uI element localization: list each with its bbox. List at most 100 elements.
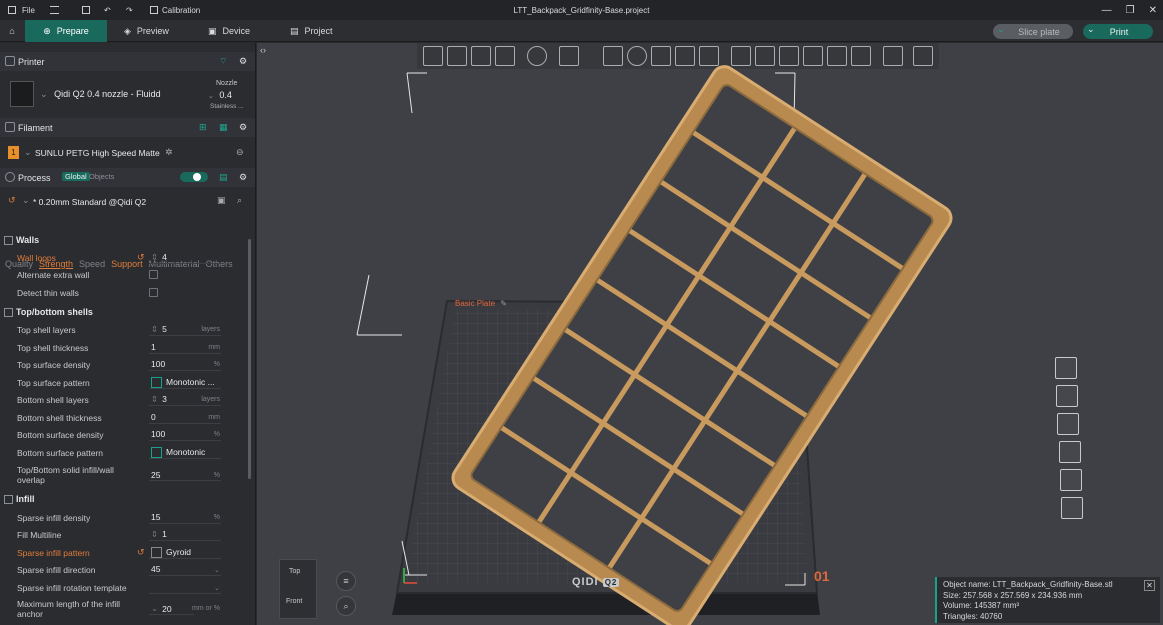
bottom-surface-pattern-value: Monotonic (166, 447, 206, 457)
bottom-surface-density-row: Bottom surface density 100 % (0, 426, 248, 443)
bed-base (392, 591, 820, 615)
plate-name-label[interactable]: Basic Plate ✎ (455, 299, 507, 308)
hamburger-icon[interactable] (44, 0, 65, 20)
advanced-switch[interactable] (180, 172, 208, 182)
printer-name: Qidi Q2 0.4 nozzle - Fluidd (54, 89, 161, 99)
unit-label: layers (201, 326, 220, 333)
settings-panel: Printer ⌔ ⚙ ⌄ Qidi Q2 0.4 nozzle - Fluid… (0, 43, 256, 625)
bottom-shell-layers-value: 3 (162, 394, 167, 404)
max-infill-anchor-input[interactable]: ⌄ 20 (149, 603, 194, 615)
objects-toggle[interactable]: Objects (89, 172, 114, 181)
process-preset-row[interactable]: ↺ ⌄ * 0.20mm Standard @Qidi Q2 ▣ ⌕ (8, 195, 248, 209)
process-compare-icon[interactable]: ▤ (219, 172, 228, 183)
filament-settings-icon[interactable]: ⚙ (239, 122, 247, 133)
chevron-down-icon: ⌄ (40, 89, 48, 99)
save-preset-icon[interactable]: ▣ (217, 195, 226, 206)
close-icon[interactable]: ✕ (1149, 5, 1157, 16)
filament-info-icon[interactable]: ⊖ (236, 147, 244, 158)
edit-icon[interactable]: ✎ (500, 299, 507, 308)
fill-multiline-input[interactable]: ⇕ 1 (149, 529, 221, 541)
top-surface-pattern-select[interactable]: Monotonic ... (149, 376, 221, 389)
process-settings-icon[interactable]: ⚙ (239, 172, 247, 183)
global-toggle[interactable]: Global (62, 172, 90, 181)
wifi-icon[interactable]: ⌔ (219, 56, 227, 67)
add-filament-icon[interactable]: ⊞ (199, 122, 207, 133)
sparse-infill-density-input[interactable]: 15 (149, 512, 221, 524)
plate-side-toolbar (1055, 357, 1083, 519)
walls-group-label: Walls (16, 235, 40, 245)
preview-icon: ◈ (124, 25, 131, 36)
unit-label: mm (208, 344, 220, 351)
nozzle-select[interactable]: ⌄ 0.4 (208, 90, 232, 100)
redo-icon[interactable]: ↷ (120, 0, 139, 20)
move-plate-icon[interactable] (1061, 497, 1083, 519)
bottom-surface-density-input[interactable]: 100 (149, 429, 221, 441)
tab-preview[interactable]: ◈ Preview (124, 20, 169, 42)
zoom-search-icon[interactable]: ⌕ (336, 596, 356, 616)
object-info-panel: Object name: LTT_Backpack_Gridfinity-Bas… (935, 577, 1160, 623)
edit-filament-icon[interactable]: ▦ (219, 122, 228, 133)
process-header-label: Process (18, 172, 51, 183)
top-shell-layers-row: Top shell layers ⇕ 5 layers (0, 321, 248, 338)
layers-menu-icon[interactable]: ≡ (336, 571, 356, 591)
tab-prepare[interactable]: ⊕ Prepare (25, 20, 107, 42)
pattern-icon (151, 546, 162, 558)
lock-plate-icon[interactable] (1059, 441, 1081, 463)
filament-edit-icon[interactable]: ✲ (165, 147, 173, 158)
alternate-extra-wall-checkbox[interactable] (149, 270, 158, 279)
tab-device[interactable]: ▣ Device (208, 20, 250, 42)
filament-row[interactable]: 1 ⌄ SUNLU PETG High Speed Matte ✲ ⊖ (8, 146, 248, 160)
printer-settings-icon[interactable]: ⚙ (239, 56, 247, 67)
printer-select[interactable]: ⌄ Qidi Q2 0.4 nozzle - Fluidd (40, 89, 161, 100)
delete-plate-icon[interactable] (1055, 357, 1077, 379)
max-infill-anchor-value: 20 (162, 603, 172, 614)
orient-plate-icon[interactable] (1056, 385, 1078, 407)
tab-project[interactable]: ▤ Project (290, 20, 333, 42)
arrange-plate-icon[interactable] (1057, 413, 1079, 435)
reset-icon[interactable]: ↺ (8, 195, 16, 206)
solid-infill-overlap-input[interactable]: 25 (149, 469, 221, 481)
view-cube[interactable]: Top Front (279, 559, 317, 619)
sparse-infill-rotation-select[interactable] (149, 582, 221, 594)
wall-loops-value: 4 (162, 252, 167, 262)
calibration-menu[interactable]: Calibration (144, 0, 206, 20)
reset-icon[interactable]: ↺ (137, 547, 145, 558)
slice-plate-button[interactable]: ⌄ Slice plate (993, 24, 1073, 39)
printer-thumbnail (10, 81, 34, 107)
walls-icon (4, 235, 13, 245)
maximize-icon[interactable]: ❐ (1126, 5, 1135, 16)
max-infill-anchor-label: Maximum length of the infill (17, 599, 120, 609)
switch-knob-icon (193, 173, 201, 181)
max-infill-anchor-row: Maximum length of the infill anchor ⌄ 20 … (0, 597, 248, 621)
unit-label: % (213, 361, 220, 368)
bottom-shell-layers-row: Bottom shell layers ⇕ 3 layers (0, 391, 248, 408)
sparse-infill-density-label: Sparse infill density (17, 512, 91, 523)
sparse-infill-pattern-select[interactable]: Gyroid (149, 546, 221, 559)
save-icon[interactable] (76, 0, 96, 20)
bottom-surface-pattern-select[interactable]: Monotonic (149, 446, 221, 459)
file-menu[interactable]: File (2, 0, 41, 20)
3d-viewport[interactable]: ‹› Basic Plate ✎ QIDI Q2 01 Top Front ≡ … (257, 43, 1163, 625)
object-size: Size: 257.568 x 257.569 x 234.936 mm (943, 590, 1083, 600)
settings-scrollbar[interactable] (248, 239, 251, 479)
close-icon[interactable]: ✕ (1144, 580, 1155, 591)
search-icon[interactable]: ⌕ (237, 195, 242, 206)
filament-name: SUNLU PETG High Speed Matte (35, 148, 160, 158)
print-button[interactable]: ⌄ Print (1083, 24, 1153, 39)
minimize-icon[interactable]: — (1102, 5, 1112, 16)
shells-icon (4, 307, 13, 317)
infill-group-header: Infill (4, 494, 35, 504)
solid-infill-overlap-label-cont: overlap (17, 475, 45, 485)
fill-multiline-row: Fill Multiline ⇕ 1 (0, 526, 248, 543)
undo-icon[interactable]: ↶ (98, 0, 117, 20)
sparse-infill-density-row: Sparse infill density 15 % (0, 509, 248, 526)
plate-settings-icon[interactable] (1060, 469, 1082, 491)
unit-label: % (213, 471, 220, 479)
wall-loops-input[interactable]: ⇕ 4 (149, 252, 221, 264)
home-icon[interactable]: ⌂ (2, 20, 22, 42)
reset-icon[interactable]: ↺ (137, 252, 145, 263)
sparse-infill-direction-select[interactable]: 45 (149, 564, 221, 576)
top-surface-density-input[interactable]: 100 (149, 359, 221, 371)
solid-infill-overlap-label: Top/Bottom solid infill/wall (17, 465, 114, 475)
detect-thin-walls-checkbox[interactable] (149, 288, 158, 297)
